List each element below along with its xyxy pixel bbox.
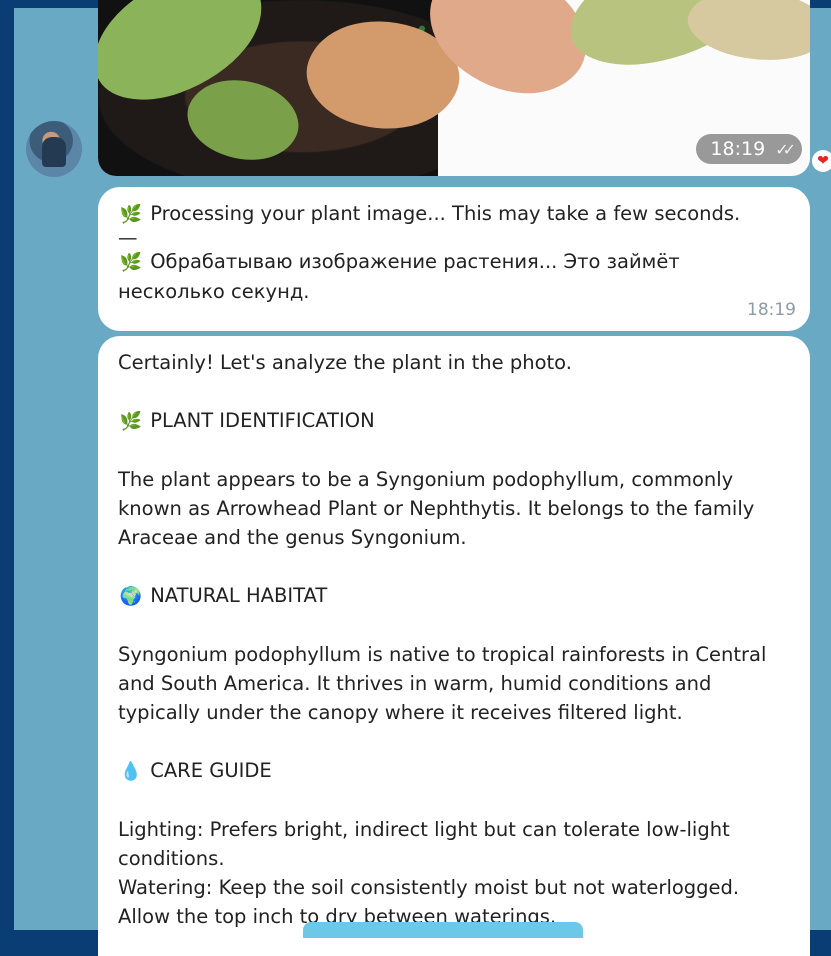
herb-icon: 🌿 — [119, 252, 143, 273]
avatar[interactable] — [26, 121, 82, 177]
droplet-icon: 💧 — [119, 761, 143, 782]
section-habitat-text: Syngonium podophyllum is native to tropi… — [118, 643, 767, 724]
analysis-message-bubble: Certainly! Let's analyze the plant in th… — [98, 336, 810, 956]
plant-photo[interactable]: 18:19 ✓✓ — [98, 0, 810, 176]
section-identification-text: The plant appears to be a Syngonium podo… — [118, 468, 755, 549]
section-heading: 🌿 PLANT IDENTIFICATION — [118, 406, 792, 436]
globe-icon: 🌍 — [119, 586, 143, 607]
herb-icon: 🌿 — [119, 411, 143, 432]
care-lighting-text: Lighting: Prefers bright, indirect light… — [118, 818, 730, 870]
separator: — — [118, 226, 138, 249]
processing-text-ru: Обрабатываю изображение растения... Это … — [150, 250, 680, 273]
read-checkmarks-icon: ✓✓ — [775, 139, 796, 159]
message-timestamp: 18:19 — [747, 300, 796, 320]
scroll-indicator[interactable] — [303, 922, 583, 938]
intro-text: Certainly! Let's analyze the plant in th… — [118, 351, 572, 374]
herb-icon: 🌿 — [119, 204, 143, 225]
photo-timestamp: 18:19 ✓✓ — [696, 134, 802, 164]
heart-reaction-icon[interactable]: ❤ — [812, 150, 831, 172]
section-heading: 💧 CARE GUIDE — [118, 756, 792, 786]
section-habitat-title: NATURAL HABITAT — [150, 584, 328, 607]
section-care-title: CARE GUIDE — [150, 759, 272, 782]
photo-time-text: 18:19 — [710, 138, 766, 160]
section-heading: 🌍 NATURAL HABITAT — [118, 581, 792, 611]
processing-text-ru-cont: несколько секунд. — [118, 280, 310, 303]
processing-text-en: Processing your plant image... This may … — [150, 202, 741, 225]
processing-message-bubble: 🌿 Processing your plant image... This ma… — [98, 187, 810, 331]
section-identification-title: PLANT IDENTIFICATION — [150, 409, 375, 432]
